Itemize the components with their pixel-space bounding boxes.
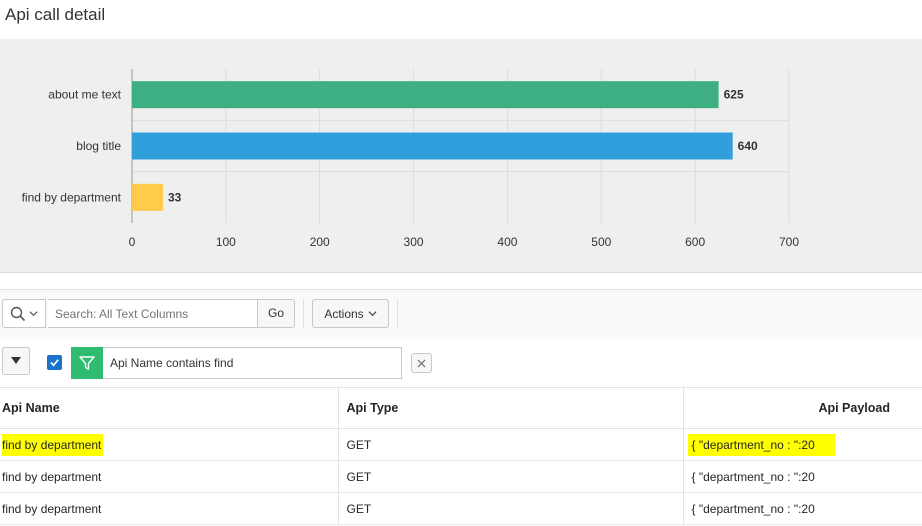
chart-region: about me text 625 blog title 640 find by dep… [0,39,922,273]
triangle-down-icon [11,357,21,364]
highlighted-text: { "department_no : ":20 [687,433,835,456]
toolbar-divider [397,299,398,329]
table-row: find by department GET { "department_no … [0,428,922,461]
bar-about-me-text [132,81,719,109]
table-header-row: Api Name Api Type Api Payload [0,388,922,429]
actions-menu-button[interactable]: Actions [312,299,389,328]
search-input[interactable] [48,299,258,328]
checkmark-icon [50,359,59,367]
cell-api-type: GET [338,460,684,493]
cell-api-name: find by department [0,428,339,461]
cell-api-type: GET [338,492,684,525]
category-label: about me text [48,88,121,102]
filter-bar: Api Name contains find [0,340,922,388]
data-label: 640 [738,139,758,153]
x-tick-label: 400 [497,235,517,249]
category-label: blog title [76,139,121,153]
search-icon [10,306,26,321]
x-tick-label: 100 [216,235,236,249]
filter-text[interactable]: Api Name contains find [103,347,402,379]
column-header-api-type[interactable]: Api Type [338,388,684,429]
highlighted-text: find by department [2,433,104,456]
x-tick-label: 600 [685,235,705,249]
bar-blog-title [132,132,733,160]
data-label: 33 [168,190,182,204]
go-button[interactable]: Go [257,299,295,328]
x-tick-label: 300 [404,235,424,249]
data-label: 625 [724,88,744,102]
x-tick-label: 0 [129,235,136,249]
cell-api-name: find by department [0,460,339,493]
filter-type-badge [71,347,103,379]
column-header-api-payload[interactable]: Api Payload [683,388,922,429]
category-label: find by department [22,190,122,204]
actions-label: Actions [324,306,364,321]
page-title: Api call detail [5,5,106,24]
cell-api-payload: { "department_no : ":20 [683,492,922,525]
x-tick-label: 700 [779,235,799,249]
filter-enable-checkbox[interactable] [47,355,62,370]
close-icon [417,358,426,368]
column-header-api-name[interactable]: Api Name [0,388,339,429]
x-tick-label: 500 [591,235,611,249]
bar-find-by-department [132,183,163,211]
chevron-down-icon [29,311,38,317]
cell-api-payload: { "department_no : ":20 [683,460,922,493]
remove-filter-button[interactable] [411,353,432,373]
cell-api-name: find by department [0,492,339,525]
report-toolbar: Go Actions [0,289,922,341]
search-column-picker[interactable] [2,299,46,328]
cell-api-payload: { "department_no : ":20 [683,428,922,461]
x-tick-label: 200 [310,235,330,249]
collapse-filters-button[interactable] [2,347,30,375]
cell-api-type: GET [338,428,684,461]
table-row: find by department GET { "department_no … [0,492,922,525]
funnel-icon [79,356,95,370]
bar-chart: about me text 625 blog title 640 find by dep… [22,69,799,249]
toolbar-divider [303,299,304,329]
table-row: find by department GET { "department_no … [0,460,922,493]
report-table: Api Name Api Type Api Payload find by de… [0,388,922,525]
chevron-down-icon [368,311,377,317]
